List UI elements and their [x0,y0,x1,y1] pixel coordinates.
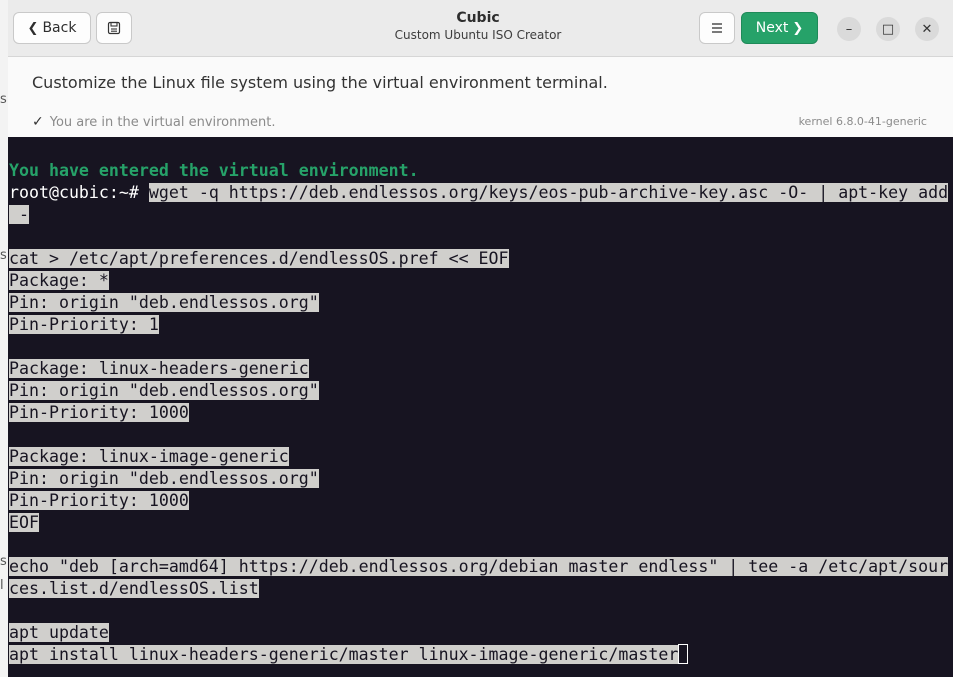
terminal-line-row: Pin: origin "deb.endlessos.org" [9,380,319,402]
terminal-line: echo "deb [arch=amd64] https://deb.endle… [9,557,949,576]
terminal-line: Package: * [9,271,109,290]
terminal-line-row: - [9,204,29,226]
desktop-text: s [0,248,7,263]
page-description: Customize the Linux file system using th… [32,73,608,92]
terminal-line-row: ces.list.d/endlessOS.list [9,578,259,600]
window-subtitle: Custom Ubuntu ISO Creator [394,28,562,42]
menu-button[interactable] [699,12,735,44]
terminal-line-row: apt install linux-headers-generic/master… [9,644,689,666]
close-icon: ✕ [921,21,933,37]
terminal-line: wget -q https://deb.endlessos.org/keys/e… [148,183,949,202]
desktop-background: s s s l [0,0,8,677]
minimize-button[interactable]: – [837,17,861,41]
checkmark-icon: ✓ [32,114,44,130]
virtual-environment-terminal[interactable]: You have entered the virtual environment… [8,137,953,677]
cubic-window: s s s l ❮ Back Cubic Custom Ubuntu ISO C… [0,0,953,677]
environment-status: ✓ You are in the virtual environment. [32,114,276,130]
status-text: You are in the virtual environment. [49,114,276,130]
terminal-line: Pin: origin "deb.endlessos.org" [9,381,319,400]
window-title: Cubic [456,10,500,26]
terminal-line: ces.list.d/endlessOS.list [9,579,259,598]
terminal-line-row: Pin-Priority: 1000 [9,490,189,512]
terminal-cursor [678,644,689,664]
terminal-line: cat > /etc/apt/preferences.d/endlessOS.p… [9,249,509,268]
terminal-line-row: Package: * [9,270,109,292]
terminal-line: EOF [9,513,39,532]
desktop-text: l [0,578,4,593]
chevron-left-icon: ❮ [27,20,39,36]
terminal-line: Pin-Priority: 1000 [9,491,189,510]
terminal-line: Pin: origin "deb.endlessos.org" [9,469,319,488]
next-button[interactable]: Next ❯ [741,12,818,44]
header-bar: ❮ Back Cubic Custom Ubuntu ISO Creator N… [8,0,953,57]
terminal-line: Package: linux-image-generic [9,447,289,466]
terminal-line: - [9,205,29,224]
terminal-prompt-line: root@cubic:~# wget -q https://deb.endles… [9,182,949,204]
hamburger-menu-icon [712,23,722,33]
close-button[interactable]: ✕ [915,17,939,41]
terminal-banner: You have entered the virtual environment… [9,161,419,180]
page-header: Customize the Linux file system using th… [8,57,953,137]
terminal-line-row: Pin-Priority: 1 [9,314,159,336]
terminal-line-row: cat > /etc/apt/preferences.d/endlessOS.p… [9,248,509,270]
next-button-label: Next [755,20,789,36]
terminal-line: Package: linux-headers-generic [9,359,309,378]
terminal-line-row: Package: linux-headers-generic [9,358,309,380]
back-button-label: Back [42,20,77,36]
window-title-area: Cubic Custom Ubuntu ISO Creator [328,10,628,42]
terminal-line-row: Pin: origin "deb.endlessos.org" [9,292,319,314]
terminal-line-row: apt update [9,622,109,644]
maximize-icon: □ [881,21,895,37]
terminal-line: Pin-Priority: 1 [9,315,159,334]
save-button[interactable] [96,12,132,44]
terminal-line-row: Pin: origin "deb.endlessos.org" [9,468,319,490]
terminal-line-row: echo "deb [arch=amd64] https://deb.endle… [9,556,949,578]
desktop-text: s [0,92,7,107]
terminal-line: apt update [9,623,109,642]
terminal-line-row: Package: linux-image-generic [9,446,289,468]
desktop-text: s [0,554,7,569]
save-icon [107,21,121,35]
back-button[interactable]: ❮ Back [13,12,91,44]
terminal-prompt: root@cubic:~# [9,183,149,202]
terminal-line-row: Pin-Priority: 1000 [9,402,189,424]
maximize-button[interactable]: □ [876,17,900,41]
terminal-line-row: EOF [9,512,39,534]
terminal-line: apt install linux-headers-generic/master… [9,645,679,664]
chevron-right-icon: ❯ [792,20,804,36]
kernel-version: kernel 6.8.0-41-generic [798,115,927,128]
terminal-line: Pin: origin "deb.endlessos.org" [9,293,319,312]
minimize-icon: – [845,21,853,37]
terminal-line: Pin-Priority: 1000 [9,403,189,422]
